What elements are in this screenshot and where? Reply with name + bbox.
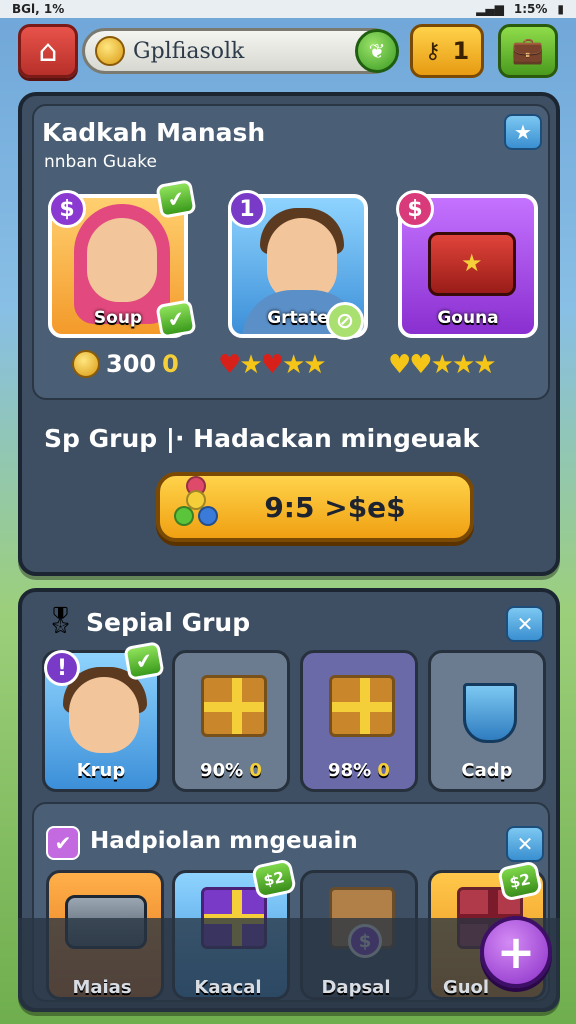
rating-stars-hearts: ♥★♥★★ bbox=[218, 350, 327, 380]
panel-info-button[interactable]: ★ bbox=[504, 114, 542, 150]
card-label: Gouna bbox=[437, 308, 499, 328]
nav-item-maias[interactable]: Maias bbox=[42, 977, 162, 998]
checkbox-icon[interactable]: ✔ bbox=[46, 826, 80, 860]
search-bar[interactable]: Gplfiasolk ❦ bbox=[82, 28, 399, 74]
heart-icon: ♥♥ bbox=[388, 350, 433, 380]
close-icon: ✕ bbox=[516, 612, 534, 636]
tile-value: 90% bbox=[200, 760, 244, 781]
check-icon: ✔ bbox=[155, 179, 197, 219]
collection-close-button[interactable]: ✕ bbox=[506, 826, 544, 862]
check-icon: ✔ bbox=[155, 299, 197, 339]
group-heading: Sp Grup |· Hadackan mingeuak bbox=[44, 424, 480, 453]
dollar-badge-icon: $ bbox=[396, 190, 434, 228]
play-button-label: 9:5 >$e$ bbox=[264, 490, 406, 524]
vase-icon bbox=[463, 683, 517, 743]
rating-stars: ♥♥★★★ bbox=[388, 350, 497, 380]
tile-suffix: 0 bbox=[249, 760, 262, 781]
gift-box-icon bbox=[201, 675, 267, 737]
coin-icon bbox=[72, 350, 100, 378]
coin-icon bbox=[95, 36, 125, 66]
tile-label: 98% 0 bbox=[303, 760, 415, 781]
star-icon: ★★★ bbox=[430, 350, 497, 380]
special-group-title: Sepial Grup bbox=[86, 608, 251, 637]
key-icon: ⚷ bbox=[424, 38, 441, 64]
nav-item-dapsal[interactable]: Dapsal bbox=[296, 977, 416, 998]
tile-gift-1[interactable]: 90% 0 bbox=[172, 650, 290, 792]
star-icon: ★★ bbox=[281, 350, 327, 380]
nav-item-kaacal[interactable]: Kaacal bbox=[168, 977, 288, 998]
status-bar: BGl, 1% ▂▄▆ 1:5% ▮ bbox=[0, 0, 576, 18]
bottom-nav: Maias Kaacal Dapsal Guol bbox=[18, 918, 560, 1012]
home-icon: ⌂ bbox=[38, 33, 58, 69]
check-icon: ✔ bbox=[123, 641, 165, 681]
briefcase-icon: 💼 bbox=[511, 36, 545, 66]
trophy-icon: 🎖 bbox=[44, 606, 78, 636]
panel-subtitle: nnban Guake bbox=[44, 152, 157, 172]
close-icon: ✕ bbox=[516, 832, 534, 856]
coin-stat: 300 0 bbox=[72, 350, 179, 378]
gift-box-icon bbox=[329, 675, 395, 737]
level-badge-icon: 1 bbox=[228, 190, 266, 228]
shop-button[interactable]: 💼 bbox=[498, 24, 558, 78]
slash-icon: ⊘ bbox=[326, 302, 364, 340]
star-icon: ★ bbox=[514, 120, 532, 144]
heart-icon: ♥ bbox=[260, 350, 284, 380]
gems-icon bbox=[172, 476, 222, 536]
alert-badge-icon: ! bbox=[44, 650, 80, 686]
tile-suffix: 0 bbox=[377, 760, 390, 781]
close-button[interactable]: ✕ bbox=[506, 606, 544, 642]
collection-title: Hadpiolan mngeuain bbox=[90, 828, 358, 854]
tile-cadp[interactable]: Cadp bbox=[428, 650, 546, 792]
tile-value: 98% bbox=[328, 760, 372, 781]
star-icon: ★ bbox=[239, 350, 262, 380]
home-button[interactable]: ⌂ bbox=[18, 24, 78, 78]
character-face bbox=[69, 677, 139, 753]
treasure-chest-icon: ★ bbox=[428, 232, 516, 296]
search-text: Gplfiasolk bbox=[133, 38, 245, 64]
dollar-badge-icon: $ bbox=[48, 190, 86, 228]
status-left: BGl, 1% bbox=[12, 2, 65, 16]
top-bar: ⌂ Gplfiasolk ❦ ⚷ 1 💼 bbox=[0, 20, 576, 84]
status-icons: ▂▄▆ 1:5% ▮ bbox=[476, 2, 564, 16]
plus-icon: + bbox=[496, 925, 536, 979]
coin-suffix: 0 bbox=[162, 350, 179, 378]
panel-title: Kadkah Manash bbox=[42, 118, 266, 147]
add-button[interactable]: + bbox=[480, 916, 552, 988]
status-time: 1:5% bbox=[513, 2, 548, 16]
tile-gift-2[interactable]: 98% 0 bbox=[300, 650, 418, 792]
battery-icon: ▮ bbox=[557, 2, 564, 16]
tile-label: 90% 0 bbox=[175, 760, 287, 781]
heart-icon: ♥ bbox=[218, 350, 241, 380]
keys-button[interactable]: ⚷ 1 bbox=[410, 24, 484, 78]
tile-label: Cadp bbox=[461, 760, 513, 781]
coin-value: 300 bbox=[106, 350, 157, 378]
keys-count: 1 bbox=[452, 37, 470, 65]
character-face bbox=[87, 218, 157, 302]
signal-icon: ▂▄▆ bbox=[476, 2, 504, 16]
leaf-icon: ❦ bbox=[368, 39, 386, 63]
group-panel: Kadkah Manash nnban Guake ★ Soup $ ✔ ✔ G… bbox=[18, 92, 560, 576]
tile-label: Krup bbox=[76, 760, 126, 781]
search-go-button[interactable]: ❦ bbox=[355, 29, 399, 73]
